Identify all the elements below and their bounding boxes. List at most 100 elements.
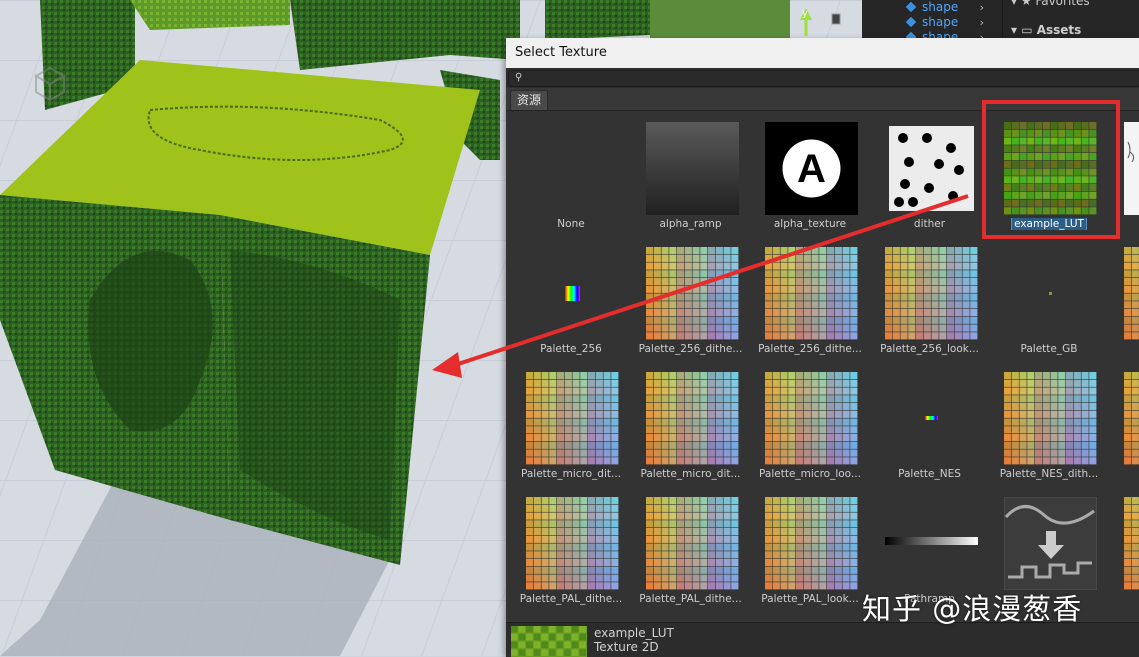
dialog-titlebar[interactable]: Select Texture	[506, 38, 1139, 68]
texture-label: Palette_PAL_dithe...	[515, 593, 627, 605]
chevron-right-icon[interactable]: ›	[980, 15, 984, 30]
gizmo-axis-label: y	[802, 8, 808, 19]
texture-label: Palette_256_look...	[874, 343, 986, 355]
texture-thumbnail: A	[765, 122, 858, 215]
texture-item[interactable]: dither	[874, 112, 986, 230]
project-panel: ▾ ★ Favorites ▾ ▭ Assets	[1002, 0, 1139, 40]
texture-item[interactable]: Pa	[1113, 237, 1139, 355]
texture-thumbnail	[885, 122, 978, 215]
texture-label: Palette_GB	[993, 343, 1105, 355]
texture-thumbnail	[646, 247, 739, 340]
favorites-item[interactable]: ▾ ★ Favorites	[1011, 0, 1090, 8]
texture-label: Pa	[1113, 468, 1139, 480]
texture-item[interactable]: Palette_NES_dith...	[993, 362, 1105, 480]
texture-item[interactable]: Palette_PAL_look...	[754, 487, 866, 605]
texture-item[interactable]: Palette_micro_dit...	[515, 362, 627, 480]
texture-thumbnail	[1124, 372, 1139, 465]
texture-label: Palette_micro_dit...	[635, 468, 747, 480]
texture-name: Palette_PAL_dithe...	[520, 593, 622, 605]
texture-item[interactable]: Palette_256	[515, 237, 627, 355]
bg-cube	[545, 0, 650, 40]
texture-item[interactable]: Palette_256_dithe...	[635, 237, 747, 355]
texture-name: Palette_micro_dit...	[640, 468, 740, 480]
texture-item[interactable]: Palette_256_look...	[874, 237, 986, 355]
hierarchy-item[interactable]: shape›	[862, 0, 1002, 15]
texture-label: Palette_256_dithe...	[635, 343, 747, 355]
texture-label: Palette_PAL_look...	[754, 593, 866, 605]
texture-label: alpha_ramp	[635, 218, 747, 230]
texture-label: Palette_256_dithe...	[754, 343, 866, 355]
search-icon: ⚲	[515, 73, 523, 81]
texture-item[interactable]: Palette_PAL_dithe...	[515, 487, 627, 605]
texture-label: None	[515, 218, 627, 230]
texture-name: Palette_256_dithe...	[758, 343, 862, 355]
scene-gizmo[interactable]: y	[792, 6, 852, 40]
hierarchy-panel: shape› shape› shape›	[862, 0, 1002, 40]
dialog-title: Select Texture	[506, 45, 607, 60]
texture-label: Palette_NES	[874, 468, 986, 480]
tab-assets[interactable]: 资源	[510, 90, 548, 110]
texture-label: Palette_256	[515, 343, 627, 355]
texture-label: dither	[874, 218, 986, 230]
texture-name: Palette_micro_dit...	[521, 468, 621, 480]
texture-name: Palette_PAL_look...	[761, 593, 858, 605]
search-input[interactable]: ⚲	[508, 70, 1139, 87]
texture-name: Palette_PAL_dithe...	[639, 593, 741, 605]
texture-item[interactable]: Palette_micro_loo...	[754, 362, 866, 480]
alpha-glyph: A	[797, 147, 826, 191]
texture-thumbnail	[885, 497, 978, 590]
bg-cube	[650, 0, 790, 38]
texture-name: Palette_256_look...	[880, 343, 979, 355]
texture-thumbnail	[1004, 372, 1097, 465]
texture-item[interactable]: Palette_GB	[993, 237, 1105, 355]
texture-thumbnail	[1124, 497, 1139, 590]
texture-label: Palette_NES_dith...	[993, 468, 1105, 480]
texture-item[interactable]: Pa	[1113, 362, 1139, 480]
texture-item[interactable]	[1113, 487, 1139, 605]
texture-thumbnail	[646, 497, 739, 590]
bg-cube	[130, 0, 290, 30]
texture-thumbnail	[1124, 247, 1139, 340]
texture-item[interactable]: Palette_micro_dit...	[635, 362, 747, 480]
texture-name: dither	[914, 218, 945, 230]
texture-thumbnail	[1004, 497, 1097, 590]
texture-item[interactable]: alpha_ramp	[635, 112, 747, 230]
texture-thumbnail	[1124, 122, 1139, 215]
chevron-right-icon[interactable]: ›	[980, 0, 984, 15]
texture-thumbnail	[646, 122, 739, 215]
texture-item[interactable]: Palette_PAL_dithe...	[635, 487, 747, 605]
preview-name: example_LUT	[594, 626, 674, 640]
texture-label: alpha_texture	[754, 218, 866, 230]
search-bar: ⚲	[506, 68, 1139, 88]
texture-item[interactable]: None	[515, 112, 627, 230]
texture-name: Palette_256	[540, 343, 602, 355]
texture-name: Palette_GB	[1021, 343, 1078, 355]
texture-item[interactable]: Palette_256_dithe...	[754, 237, 866, 355]
texture-name: Palette_micro_loo...	[759, 468, 861, 480]
texture-item[interactable]: Palette_NES	[874, 362, 986, 480]
texture-label: Palette_PAL_dithe...	[635, 593, 747, 605]
assets-folder[interactable]: ▾ ▭ Assets	[1011, 23, 1081, 37]
texture-label: Palette_micro_loo...	[754, 468, 866, 480]
texture-thumbnail	[526, 122, 619, 215]
texture-name: Palette_256_dithe...	[639, 343, 743, 355]
preview-type: Texture 2D	[594, 640, 659, 654]
texture-thumbnail	[526, 247, 619, 340]
watermark: 知乎 @浪漫葱香	[862, 586, 1082, 628]
texture-thumbnail	[526, 372, 619, 465]
gameobject-icon	[906, 17, 917, 28]
texture-thumbnail	[765, 497, 858, 590]
texture-thumbnail	[765, 247, 858, 340]
texture-thumbnail	[885, 247, 978, 340]
hierarchy-item[interactable]: shape›	[862, 15, 1002, 30]
texture-thumbnail	[885, 372, 978, 465]
texture-item[interactable]: Aalpha_texture	[754, 112, 866, 230]
texture-thumbnail	[765, 372, 858, 465]
texture-thumbnail	[526, 497, 619, 590]
gameobject-icon	[906, 2, 917, 13]
texture-name: Palette_NES_dith...	[1000, 468, 1098, 480]
texture-name: alpha_texture	[774, 218, 846, 230]
highlight-box	[982, 100, 1120, 239]
preview-thumbnail	[511, 626, 587, 657]
texture-label: Palette_micro_dit...	[515, 468, 627, 480]
